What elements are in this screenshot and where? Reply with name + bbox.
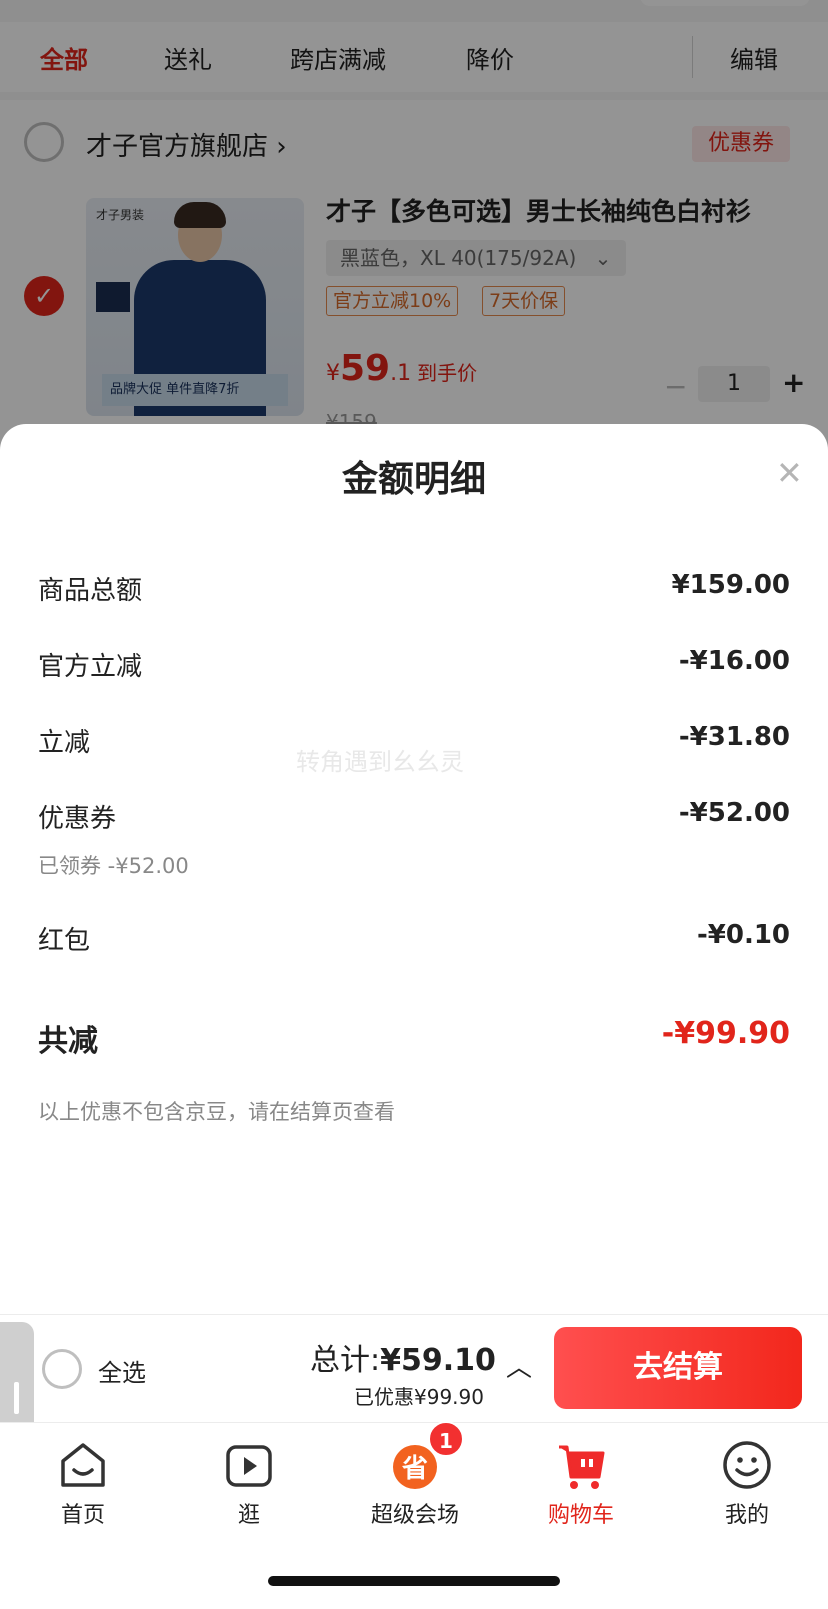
- row-value-coupon: -¥52.00: [678, 798, 790, 828]
- sheet-title: 金额明细: [341, 459, 486, 500]
- tab-label-browse: 逛: [237, 1503, 260, 1528]
- row-label-coupon: 优惠券: [38, 804, 117, 834]
- video-play-icon: [226, 1445, 272, 1487]
- row-label-instant-discount: 立减: [38, 728, 91, 758]
- tab-label-profile: 我的: [724, 1503, 769, 1528]
- saved-amount: 已优惠¥99.90: [354, 1385, 484, 1409]
- chevron-up-icon[interactable]: ︿: [506, 1347, 532, 1384]
- total-prefix: 总计:: [310, 1343, 381, 1378]
- tab-super-venue[interactable]: 省 1 超级会场: [332, 1421, 498, 1533]
- tab-label-cart: 购物车: [547, 1503, 614, 1528]
- svg-text:省: 省: [401, 1454, 428, 1484]
- checkout-bar: 全选 总计:¥59.10 已优惠¥99.90 ︿ 去结算: [0, 1314, 828, 1422]
- row-value-official-discount: -¥16.00: [678, 646, 790, 676]
- total-discount-value: -¥99.90: [661, 1016, 790, 1051]
- notification-badge: 1: [428, 1421, 464, 1457]
- row-label-goods-total: 商品总额: [38, 576, 143, 606]
- home-icon: [61, 1443, 105, 1487]
- checkout-total: 总计:¥59.10: [310, 1335, 496, 1379]
- checkout-button[interactable]: 去结算: [554, 1327, 802, 1409]
- total-discount-label: 共减: [38, 1024, 98, 1059]
- cart-icon: [559, 1445, 605, 1489]
- select-all-checkbox[interactable]: [42, 1349, 82, 1389]
- discount-note: 以上优惠不包含京豆，请在结算页查看: [38, 1100, 395, 1124]
- close-icon[interactable]: ✕: [776, 454, 803, 492]
- tab-label-super-venue: 超级会场: [370, 1503, 459, 1528]
- total-amount: ¥59.10: [380, 1343, 496, 1378]
- tab-cart[interactable]: 购物车: [498, 1423, 664, 1533]
- tab-browse[interactable]: 逛: [166, 1423, 332, 1533]
- row-value-goods-total: ¥159.00: [671, 570, 790, 600]
- select-all-label[interactable]: 全选: [98, 1353, 146, 1388]
- amount-detail-sheet: 金额明细 ✕ 商品总额 ¥159.00 官方立减 -¥16.00 立减 -¥31…: [0, 424, 828, 1314]
- row-label-official-discount: 官方立减: [38, 652, 143, 682]
- row-sub-coupon-claimed: 已领券 -¥52.00: [38, 854, 189, 878]
- row-label-red-packet: 红包: [38, 926, 91, 956]
- profile-smile-icon: [723, 1441, 771, 1489]
- row-value-red-packet: -¥0.10: [696, 920, 790, 950]
- home-indicator: [268, 1576, 560, 1586]
- tab-label-home: 首页: [60, 1503, 105, 1528]
- tab-home[interactable]: 首页: [0, 1423, 166, 1533]
- handle-grip: [14, 1382, 19, 1414]
- watermark-text: 转角遇到幺幺灵: [296, 748, 464, 776]
- row-value-instant-discount: -¥31.80: [678, 722, 790, 752]
- tab-profile[interactable]: 我的: [664, 1423, 828, 1533]
